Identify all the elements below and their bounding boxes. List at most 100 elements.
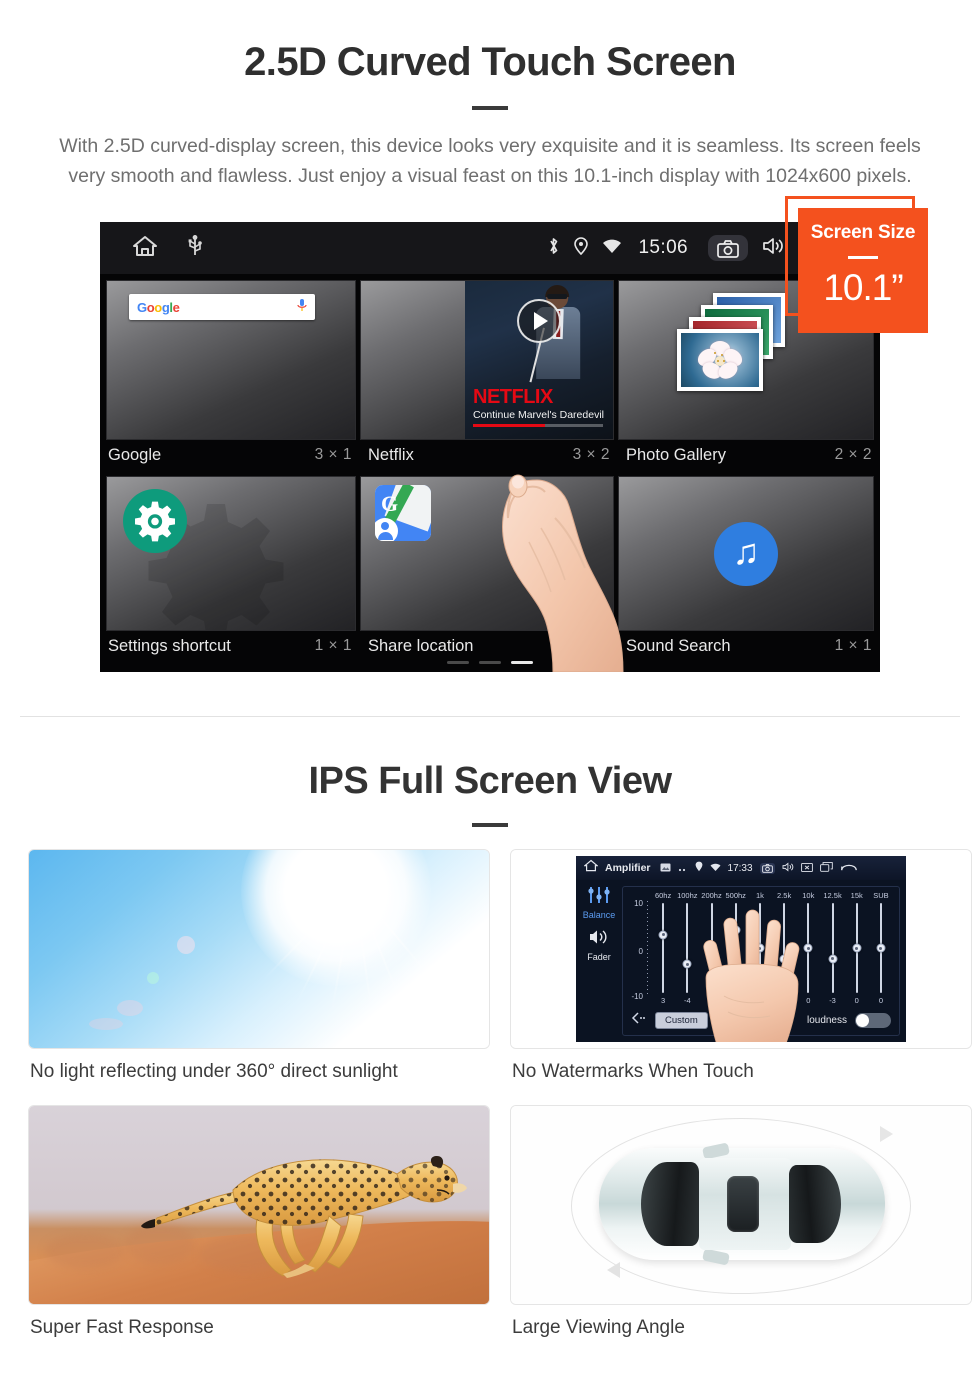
- widget-size: 2 × 2: [834, 446, 872, 463]
- widget-cell-share-location[interactable]: G Share location 1 × 1: [360, 470, 618, 661]
- badge-title: Screen Size: [810, 222, 916, 243]
- band-slider[interactable]: [682, 903, 692, 993]
- band-name: SUB: [873, 891, 889, 900]
- fader-label[interactable]: Fader: [576, 952, 622, 962]
- section-divider: [20, 716, 960, 717]
- widget-size: 3 × 1: [314, 446, 352, 463]
- more-icon[interactable]: [678, 859, 688, 877]
- band-name: 60hz: [654, 891, 672, 900]
- widget-cell-netflix[interactable]: NETFLIX Continue Marvel's Daredevil Netf…: [360, 274, 618, 470]
- band-knob[interactable]: [682, 959, 692, 969]
- widget-label: Google: [108, 445, 162, 464]
- band-name: 100hz: [677, 891, 698, 900]
- band-knob[interactable]: [828, 954, 838, 964]
- widget-label-row: Settings shortcut 1 × 1: [100, 631, 360, 661]
- car-top-view-illustration: [510, 1105, 972, 1305]
- equalizer-band[interactable]: 60hz 3: [651, 891, 675, 1005]
- camera-icon[interactable]: [708, 235, 748, 261]
- equalizer-band[interactable]: 15k 0: [845, 891, 869, 1005]
- settings-shortcut-widget[interactable]: [106, 476, 356, 631]
- android-home-screen: 15:06 Google Google 3 × 1 NETFLIX Contin…: [100, 222, 880, 672]
- google-search-box[interactable]: Google: [129, 294, 315, 320]
- amplifier-equalizer-screenshot: Amplifier 17:33 Balance Fader 10 0 -10 6…: [510, 849, 972, 1049]
- band-name: 10k: [802, 891, 815, 900]
- page-dot-active[interactable]: [511, 661, 533, 664]
- widget-cell-sound-search[interactable]: ♫ Sound Search 1 × 1: [618, 470, 880, 661]
- gallery-icon[interactable]: [660, 859, 671, 877]
- widget-size: 1 × 1: [572, 637, 610, 654]
- equalizer-band[interactable]: SUB 0: [869, 891, 893, 1005]
- amplifier-screen: Amplifier 17:33 Balance Fader 10 0 -10 6…: [576, 856, 906, 1042]
- back-icon[interactable]: [840, 859, 858, 877]
- page-title: 2.5D Curved Touch Screen: [244, 40, 736, 84]
- widget-cell-google[interactable]: Google Google 3 × 1: [100, 274, 360, 470]
- wifi-icon: [602, 238, 622, 259]
- widget-label-row: Sound Search 1 × 1: [618, 631, 880, 661]
- recents-icon[interactable]: [819, 859, 833, 877]
- feature-card-grid: No light reflecting under 360° direct su…: [20, 849, 972, 1339]
- bluetooth-icon: [547, 236, 560, 261]
- balance-label[interactable]: Balance: [576, 910, 622, 920]
- google-search-widget[interactable]: Google: [106, 280, 356, 440]
- widget-label: Share location: [368, 636, 474, 655]
- amplifier-title: Amplifier: [605, 862, 651, 874]
- play-icon[interactable]: [517, 299, 561, 343]
- location-icon: [574, 236, 589, 261]
- amplifier-sidebar: Balance Fader: [576, 880, 622, 1042]
- badge-value: 10.1”: [823, 267, 903, 308]
- sound-search-widget[interactable]: ♫: [618, 476, 874, 631]
- home-icon[interactable]: [583, 859, 599, 877]
- share-location-widget[interactable]: G: [360, 476, 614, 631]
- band-knob[interactable]: [852, 943, 862, 953]
- ips-underline-rule: [472, 823, 508, 827]
- home-icon[interactable]: [132, 234, 158, 263]
- page-dot[interactable]: [479, 661, 501, 664]
- music-note-icon[interactable]: ♫: [714, 521, 778, 586]
- widget-cell-settings[interactable]: Settings shortcut 1 × 1: [100, 470, 360, 661]
- widget-picker-grid: Google Google 3 × 1 NETFLIX Continue Mar…: [100, 274, 880, 672]
- cheetah-figure: [141, 1156, 467, 1278]
- photo-stack: [677, 293, 797, 401]
- band-slider[interactable]: [852, 903, 862, 993]
- loudness-toggle[interactable]: [855, 1012, 891, 1028]
- netflix-brand: NETFLIX: [473, 386, 553, 408]
- page-dot[interactable]: [447, 661, 469, 664]
- feature-caption: No Watermarks When Touch: [512, 1061, 754, 1082]
- feature-card: Large Viewing Angle: [490, 1083, 972, 1339]
- netflix-artwork: NETFLIX Continue Marvel's Daredevil: [465, 281, 613, 439]
- previous-preset-icon[interactable]: [631, 1011, 647, 1029]
- car-body-top-view: [599, 1142, 885, 1266]
- camera-icon[interactable]: [759, 862, 775, 874]
- volume-icon[interactable]: [762, 236, 786, 261]
- netflix-widget[interactable]: NETFLIX Continue Marvel's Daredevil: [360, 280, 614, 440]
- fader-speaker-icon[interactable]: [576, 928, 622, 951]
- google-logo: Google: [137, 299, 180, 315]
- wifi-icon: [710, 859, 721, 877]
- volume-icon[interactable]: [782, 859, 794, 877]
- mic-icon[interactable]: [297, 298, 307, 317]
- band-slider[interactable]: [876, 903, 886, 993]
- running-cheetah-photo: [28, 1105, 490, 1305]
- usb-icon[interactable]: [188, 234, 202, 262]
- band-knob[interactable]: [658, 930, 668, 939]
- title-underline-rule: [472, 106, 508, 110]
- google-maps-icon[interactable]: G: [375, 485, 431, 541]
- balance-sliders-icon[interactable]: [586, 887, 612, 908]
- band-knob[interactable]: [876, 943, 886, 953]
- android-device-screenshot: 15:06 Google Google 3 × 1 NETFLIX Contin…: [100, 222, 880, 673]
- widget-label: Sound Search: [626, 636, 731, 655]
- gear-icon[interactable]: [123, 489, 187, 553]
- close-box-icon[interactable]: [800, 859, 813, 877]
- band-name: 12.5k: [823, 891, 842, 900]
- netflix-progress-bar: [473, 424, 603, 427]
- band-name: 15k: [850, 891, 863, 900]
- sunny-sky-photo: [28, 849, 490, 1049]
- curved-touch-screen-section: 2.5D Curved Touch Screen With 2.5D curve…: [0, 0, 980, 718]
- band-slider[interactable]: [828, 903, 838, 993]
- band-name: 2.5k: [777, 891, 792, 900]
- equalizer-band[interactable]: 12.5k -3: [820, 891, 844, 1005]
- amplifier-status-bar: Amplifier 17:33: [576, 856, 906, 880]
- band-value: 0: [878, 996, 884, 1005]
- page-indicator[interactable]: [100, 661, 880, 664]
- band-slider[interactable]: [658, 903, 668, 993]
